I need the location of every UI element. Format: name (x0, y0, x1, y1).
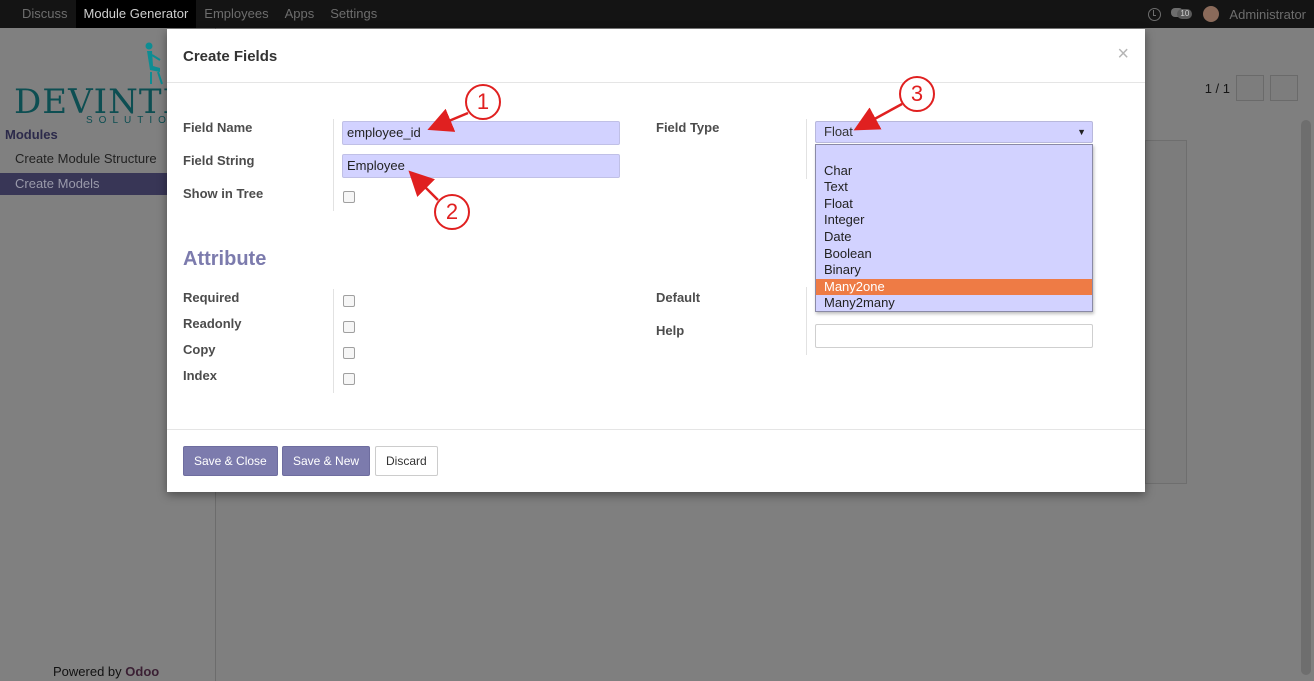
pager-prev-button[interactable] (1236, 75, 1264, 101)
scrollbar[interactable] (1301, 120, 1311, 675)
attribute-heading: Attribute (183, 248, 267, 270)
menu-discuss[interactable]: Discuss (14, 0, 76, 28)
option-text[interactable]: Text (816, 179, 1092, 196)
clock-icon[interactable] (1148, 7, 1162, 21)
menu-settings[interactable]: Settings (322, 0, 385, 28)
index-label: Index (183, 368, 217, 383)
copy-checkbox[interactable] (343, 347, 355, 359)
option-empty[interactable] (816, 146, 1092, 163)
field-name-input[interactable]: employee_id (342, 121, 620, 145)
show-in-tree-checkbox[interactable] (343, 191, 355, 203)
logo-subtext: SOLUTIO (86, 115, 172, 126)
odoo-link[interactable]: Odoo (125, 664, 159, 679)
required-checkbox[interactable] (343, 295, 355, 307)
logo-figure-icon (145, 42, 163, 85)
dialog-footer: Save & Close Save & New Discard (167, 429, 1145, 492)
chat-icon[interactable]: 10 (1171, 7, 1193, 21)
menu-module-generator[interactable]: Module Generator (75, 0, 197, 28)
divider (806, 119, 807, 179)
option-date[interactable]: Date (816, 229, 1092, 246)
divider (333, 119, 334, 211)
field-string-input[interactable]: Employee (342, 154, 620, 178)
help-input[interactable] (815, 324, 1093, 348)
powered-by: Powered by Odoo (53, 664, 159, 679)
app-menu: Discuss Module Generator Employees Apps … (14, 0, 385, 28)
field-name-label: Field Name (183, 120, 253, 135)
user-name[interactable]: Administrator (1229, 7, 1306, 22)
annotation-number-3: 3 (899, 76, 935, 112)
field-type-label: Field Type (656, 120, 720, 135)
readonly-checkbox[interactable] (343, 321, 355, 333)
divider (333, 289, 334, 393)
show-in-tree-label: Show in Tree (183, 186, 264, 201)
option-many2one[interactable]: Many2one (816, 278, 1092, 296)
option-float[interactable]: Float (816, 196, 1092, 213)
sidebar-section-modules: Modules (5, 127, 58, 142)
option-many2many[interactable]: Many2many (816, 295, 1092, 312)
dialog-header: Create Fields × (167, 29, 1145, 83)
dialog-title: Create Fields (183, 48, 278, 65)
discard-button[interactable]: Discard (375, 446, 438, 476)
field-string-label: Field String (183, 153, 255, 168)
pager-next-button[interactable] (1270, 75, 1298, 101)
save-close-button[interactable]: Save & Close (183, 446, 278, 476)
close-icon[interactable]: × (1117, 43, 1129, 66)
caret-down-icon: ▼ (1077, 127, 1086, 137)
company-logo: DEVINTEL SOLUTIO (14, 42, 211, 132)
annotation-number-2: 2 (434, 194, 470, 230)
divider (806, 287, 807, 355)
field-type-select[interactable]: Float ▼ (815, 121, 1093, 143)
pager-value[interactable]: 1 / 1 (1205, 81, 1230, 96)
field-type-value: Float (824, 124, 853, 139)
avatar[interactable] (1203, 6, 1220, 22)
save-new-button[interactable]: Save & New (282, 446, 371, 476)
powered-prefix: Powered by (53, 664, 122, 679)
form-sheet (1145, 140, 1187, 484)
menu-employees[interactable]: Employees (196, 0, 276, 28)
option-binary[interactable]: Binary (816, 262, 1092, 279)
required-label: Required (183, 290, 240, 305)
annotation-number-1: 1 (465, 84, 501, 120)
notification-badge: 10 (1177, 9, 1193, 19)
option-char[interactable]: Char (816, 163, 1092, 180)
option-boolean[interactable]: Boolean (816, 246, 1092, 263)
index-checkbox[interactable] (343, 373, 355, 385)
menu-apps[interactable]: Apps (277, 0, 323, 28)
top-navbar: Discuss Module Generator Employees Apps … (0, 0, 1314, 28)
option-integer[interactable]: Integer (816, 212, 1092, 229)
field-type-dropdown: Char Text Float Integer Date Boolean Bin… (815, 144, 1093, 312)
default-label: Default (656, 290, 701, 305)
create-fields-dialog: Create Fields × Field Name Field String … (167, 29, 1145, 492)
pager: 1 / 1 (1205, 75, 1298, 101)
help-label: Help (656, 323, 685, 338)
readonly-label: Readonly (183, 316, 242, 331)
copy-label: Copy (183, 342, 216, 357)
navbar-right: 10 Administrator (1148, 0, 1306, 28)
